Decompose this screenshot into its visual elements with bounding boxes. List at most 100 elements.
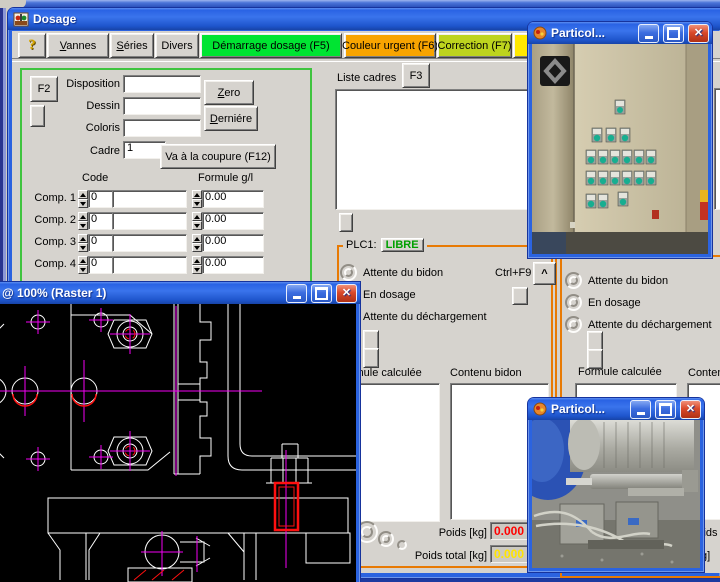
disposition-label: Disposition	[58, 78, 120, 90]
derniere-button[interactable]: Derniére	[204, 106, 258, 131]
component-formule-input[interactable]: 0.00	[202, 212, 264, 230]
spinner-down-icon	[192, 265, 202, 274]
component-name-input[interactable]	[112, 212, 187, 230]
va-a-la-coupure-button[interactable]: Va à la coupure (F12)	[160, 144, 276, 169]
help-button[interactable]: ?	[18, 33, 46, 58]
maximize-icon[interactable]	[655, 400, 676, 419]
plc2-formule-calculee-label: Formule calculée	[578, 366, 662, 378]
spinner-up-icon	[78, 256, 88, 265]
code-header: Code	[82, 172, 108, 184]
coloris-input[interactable]	[123, 119, 201, 137]
cad-titlebar[interactable]: @ 100% (Raster 1) ✕	[0, 282, 360, 304]
plc1-stack-button-1[interactable]	[363, 330, 379, 350]
close-icon[interactable]: ✕	[680, 400, 701, 419]
particol-bottom-window: Particol... ✕	[528, 398, 704, 572]
dessin-label: Dessin	[58, 100, 120, 112]
cad-window: @ 100% (Raster 1) ✕	[0, 282, 360, 582]
right-listbox-fragment[interactable]	[714, 88, 720, 210]
status-indicator	[565, 294, 582, 311]
spinner-up-icon	[192, 234, 202, 243]
minimize-icon[interactable]	[638, 24, 659, 43]
scale-indicator-icon	[397, 540, 407, 550]
plc1-state-attente-bidon: Attente du bidon	[363, 267, 443, 279]
disposition-input[interactable]	[123, 75, 201, 93]
plc1-stack-button-2[interactable]	[363, 348, 379, 368]
spinner-down-icon	[78, 265, 88, 274]
component-code-input[interactable]: 0	[88, 234, 113, 252]
particol-top-title: Particol...	[551, 26, 634, 40]
f2-button[interactable]: F2	[30, 76, 58, 102]
component-formule-spinner[interactable]	[192, 190, 202, 208]
spinner-down-icon	[192, 243, 202, 252]
plc2-contenu-bidon-label: Contenu bidon	[688, 367, 720, 379]
particol-top-titlebar[interactable]: Particol... ✕	[528, 22, 712, 44]
toolbar-button-divers[interactable]: Divers	[155, 33, 199, 58]
component-formule-input[interactable]: 0.00	[202, 234, 264, 252]
plc1-contenu-bidon-label: Contenu bidon	[450, 367, 522, 379]
component-formule-input[interactable]: 0.00	[202, 256, 264, 274]
toolbar-button-series[interactable]: Séries	[110, 33, 154, 58]
component-formule-input[interactable]: 0.00	[202, 190, 264, 208]
image-viewer-icon	[533, 402, 547, 416]
background-window-top-edge	[0, 0, 720, 8]
component-formule-spinner[interactable]	[192, 212, 202, 230]
small-button-under-f2[interactable]	[30, 105, 45, 127]
component-label: Comp. 3	[30, 236, 76, 248]
plc1-name: PLC1:	[346, 239, 377, 251]
maximize-icon[interactable]	[311, 284, 332, 303]
toolbar-button-demarrage-dosage[interactable]: Démarrage dosage (F5)	[200, 33, 342, 58]
image-viewer-icon	[533, 26, 547, 40]
status-indicator	[340, 264, 357, 281]
component-name-input[interactable]	[112, 256, 187, 274]
f3-button[interactable]: F3	[402, 63, 430, 88]
small-button-under-listbox[interactable]	[339, 213, 353, 232]
plc1-shortcut-label: Ctrl+F9	[495, 267, 531, 279]
machine-photo	[532, 420, 700, 568]
spinner-up-icon	[192, 256, 202, 265]
component-code-spinner[interactable]	[78, 212, 88, 230]
spinner-down-icon	[78, 221, 88, 230]
particol-bottom-titlebar[interactable]: Particol... ✕	[528, 398, 704, 420]
dosage-app-icon	[13, 12, 29, 27]
component-name-input[interactable]	[112, 234, 187, 252]
particol-top-window: Particol... ✕	[528, 22, 712, 258]
plc1-poids-total-label: Poids total [kg]	[372, 550, 487, 562]
status-indicator	[565, 316, 582, 333]
close-icon[interactable]: ✕	[336, 284, 357, 303]
toolbar-button-couleur-urgent[interactable]: Couleur urgent (F6)	[344, 33, 436, 58]
maximize-icon[interactable]	[663, 24, 684, 43]
dessin-input[interactable]	[123, 97, 201, 115]
close-icon[interactable]: ✕	[688, 24, 709, 43]
toolbar-button-vannes[interactable]: Vannes	[47, 33, 109, 58]
component-code-spinner[interactable]	[78, 190, 88, 208]
component-code-spinner[interactable]	[78, 234, 88, 252]
component-name-input[interactable]	[112, 190, 187, 208]
toolbar-button-correction[interactable]: Correction (F7)	[437, 33, 512, 58]
spinner-up-icon	[78, 212, 88, 221]
plc2-state-en-dosage: En dosage	[588, 297, 641, 309]
plc1-status-badge: LIBRE	[381, 238, 424, 252]
liste-cadres-listbox[interactable]	[335, 89, 542, 210]
minimize-icon[interactable]	[630, 400, 651, 419]
coloris-label: Coloris	[58, 122, 120, 134]
plc1-poids-label: Poids [kg]	[392, 527, 487, 539]
component-code-input[interactable]: 0	[88, 212, 113, 230]
collapse-button[interactable]: ^	[533, 262, 556, 285]
status-indicator	[565, 272, 582, 289]
component-label: Comp. 1	[30, 192, 76, 204]
minimize-icon[interactable]	[286, 284, 307, 303]
cad-canvas[interactable]	[0, 304, 356, 582]
spinner-down-icon	[78, 243, 88, 252]
component-formule-spinner[interactable]	[192, 234, 202, 252]
component-code-spinner[interactable]	[78, 256, 88, 274]
zero-button[interactable]: Zero	[204, 80, 254, 105]
component-code-input[interactable]: 0	[88, 256, 113, 274]
cadre-label: Cadre	[58, 145, 120, 157]
component-code-input[interactable]: 0	[88, 190, 113, 208]
component-formule-spinner[interactable]	[192, 256, 202, 274]
component-label: Comp. 2	[30, 214, 76, 226]
plc2-stack-button-1[interactable]	[587, 331, 603, 351]
plc1-small-box[interactable]	[512, 287, 528, 305]
plc1-state-attente-dechargement: Attente du déchargement	[363, 311, 487, 323]
formule-gl-header: Formule g/l	[198, 172, 253, 184]
